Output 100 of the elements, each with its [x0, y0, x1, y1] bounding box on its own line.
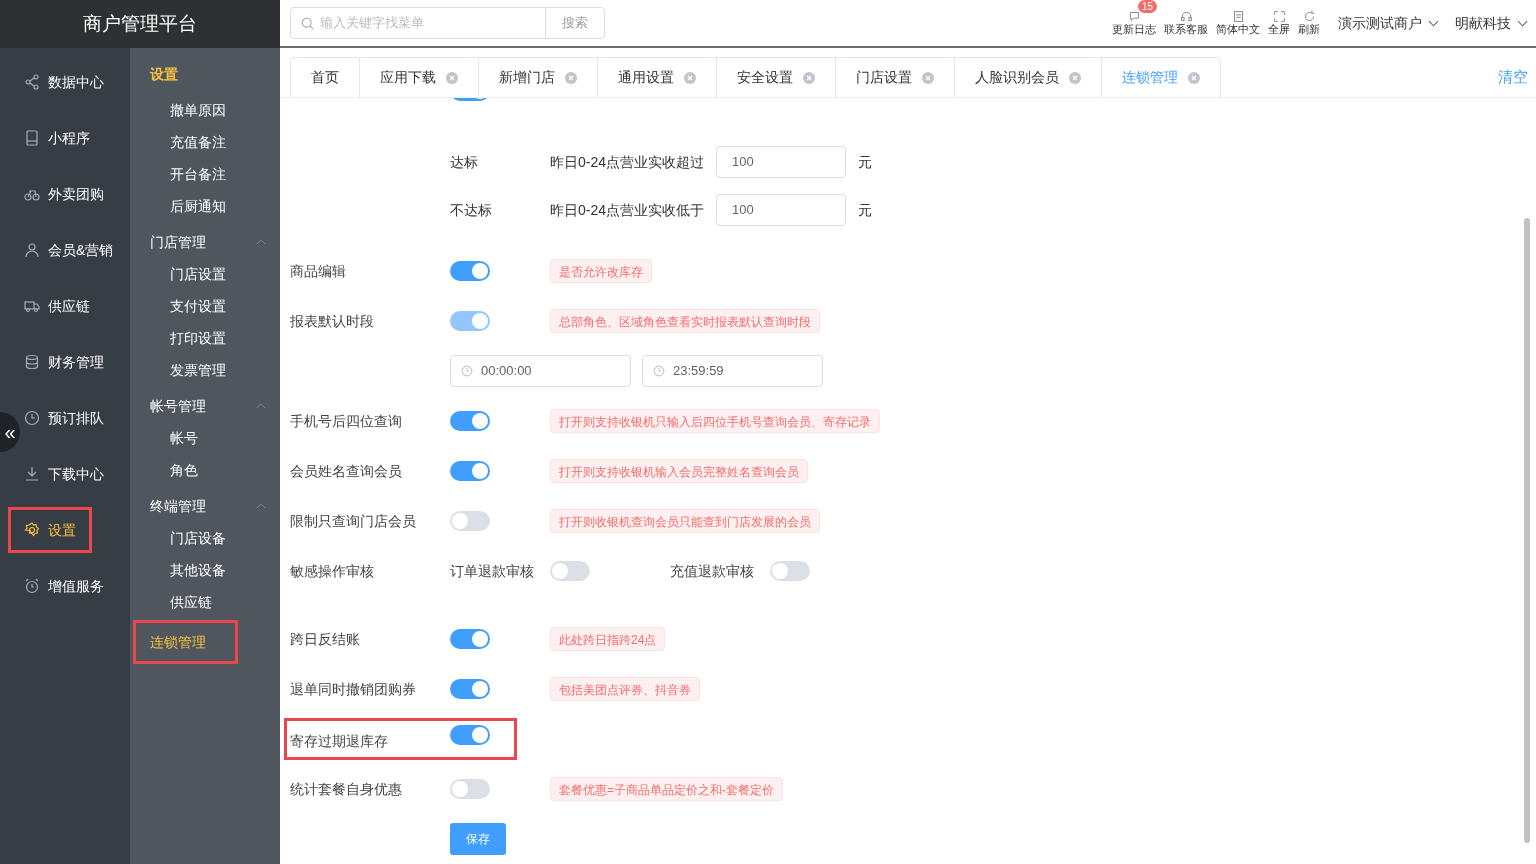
- setting-label: 跨日反结账: [290, 629, 361, 649]
- nav-item[interactable]: 财务管理: [20, 339, 111, 385]
- close-icon[interactable]: [1188, 71, 1200, 84]
- document-icon: [1231, 9, 1245, 23]
- toggle-switch[interactable]: [550, 561, 590, 581]
- submenu-group[interactable]: 门店管理: [150, 231, 206, 253]
- submenu-group[interactable]: 终端管理: [150, 495, 206, 517]
- setting-label: 敏感操作审核: [290, 561, 375, 581]
- clock-icon: [24, 410, 40, 426]
- toolbar-button[interactable]: 简体中文: [1216, 9, 1260, 37]
- setting-label: 报表默认时段: [290, 311, 375, 331]
- clock-icon: [653, 365, 665, 377]
- fullscreen-icon: [1272, 9, 1286, 23]
- chevron-up-icon[interactable]: [256, 239, 266, 245]
- toggle-switch[interactable]: [450, 411, 490, 431]
- hint-tag: 打开则支持收银机输入会员完整姓名查询会员: [550, 459, 808, 483]
- nav-item[interactable]: 设置: [8, 507, 92, 553]
- close-icon[interactable]: [922, 71, 934, 84]
- toggle-switch[interactable]: [450, 779, 490, 799]
- close-icon[interactable]: [565, 71, 577, 84]
- close-icon[interactable]: [446, 71, 458, 84]
- database-icon: [24, 354, 40, 370]
- switch-label: 订单退款审核: [450, 561, 535, 581]
- setting-label: 限制只查询门店会员: [290, 511, 417, 531]
- unit-label: 元: [858, 200, 872, 220]
- close-icon[interactable]: [684, 71, 696, 84]
- tab[interactable]: 应用下载: [359, 58, 478, 97]
- toggle-switch[interactable]: [450, 629, 490, 649]
- submenu-item[interactable]: 门店设置: [170, 258, 226, 290]
- tablet-icon: [24, 130, 40, 146]
- close-icon[interactable]: [1069, 71, 1081, 84]
- person-icon: [24, 242, 40, 258]
- toggle-switch[interactable]: [450, 725, 490, 745]
- nav-item[interactable]: 预订排队: [20, 395, 111, 441]
- submenu-item[interactable]: 充值备注: [170, 126, 226, 158]
- submenu-item[interactable]: 支付设置: [170, 290, 226, 322]
- toolbar-button[interactable]: 全屏: [1268, 9, 1290, 37]
- hint-tag: 包括美团点评券、抖音券: [550, 677, 700, 701]
- tab[interactable]: 通用设置: [597, 58, 716, 97]
- setting-label: 会员姓名查询会员: [290, 461, 403, 481]
- tab[interactable]: 安全设置: [716, 58, 835, 97]
- toolbar-button[interactable]: 联系客服: [1164, 9, 1208, 37]
- condition-label: 昨日0-24点营业实收超过: [550, 152, 706, 172]
- condition-label: 昨日0-24点营业实收低于: [550, 200, 706, 220]
- collapse-button[interactable]: «: [0, 412, 20, 452]
- toolbar-button[interactable]: 刷新: [1298, 9, 1320, 37]
- chevron-down-icon: [1428, 19, 1439, 27]
- setting-label: 统计套餐自身优惠: [290, 779, 403, 799]
- account-dropdown[interactable]: 演示测试商户: [1338, 12, 1439, 34]
- time-field[interactable]: 23:59:59: [642, 355, 823, 387]
- threshold-label: 达标: [450, 152, 479, 172]
- alarm-clock-icon: [24, 578, 40, 594]
- nav-item[interactable]: 数据中心: [20, 59, 111, 105]
- toggle-switch[interactable]: [450, 261, 490, 281]
- toggle-switch[interactable]: [450, 461, 490, 481]
- submenu-item[interactable]: 后厨通知: [170, 190, 226, 222]
- time-field[interactable]: 00:00:00: [450, 355, 631, 387]
- amount-field[interactable]: 100: [716, 146, 846, 178]
- chevron-up-icon[interactable]: [256, 503, 266, 509]
- submenu-item[interactable]: 角色: [170, 454, 198, 486]
- nav-item[interactable]: 下载中心: [20, 451, 111, 497]
- toggle-switch[interactable]: [770, 561, 810, 581]
- chat-icon: [1127, 9, 1141, 23]
- close-icon[interactable]: [803, 71, 815, 84]
- submenu-item[interactable]: 门店设备: [170, 522, 226, 554]
- submenu-item[interactable]: 帐号: [170, 422, 198, 454]
- download-icon: [24, 466, 40, 482]
- hint-tag: 是否允许改库存: [550, 259, 652, 283]
- submenu-item[interactable]: 打印设置: [170, 322, 226, 354]
- setting-label: 寄存过期退库存: [290, 732, 389, 751]
- submenu-title[interactable]: 设置: [150, 63, 178, 85]
- amount-field[interactable]: 100: [716, 194, 846, 226]
- submenu-item[interactable]: 其他设备: [170, 554, 226, 586]
- tab[interactable]: 首页: [291, 58, 359, 97]
- toggle-switch[interactable]: [450, 511, 490, 531]
- nav-item[interactable]: 小程序: [20, 115, 97, 161]
- notification-badge: 15: [1138, 0, 1158, 13]
- chevron-up-icon[interactable]: [256, 403, 266, 409]
- submenu-group[interactable]: 帐号管理: [150, 395, 206, 417]
- refresh-icon: [1302, 9, 1316, 23]
- truck-icon: [24, 298, 40, 314]
- tab[interactable]: 新增门店: [478, 58, 597, 97]
- nav-item[interactable]: 外卖团购: [20, 171, 111, 217]
- gear-icon: [24, 522, 40, 538]
- headset-icon: [1179, 9, 1193, 23]
- nav-item[interactable]: 增值服务: [20, 563, 111, 609]
- brand-title: 商户管理平台: [0, 0, 280, 48]
- chevron-down-icon: [1517, 19, 1528, 27]
- search-icon: [301, 16, 314, 30]
- toggle-switch[interactable]: [450, 679, 490, 699]
- tab[interactable]: 门店设置: [835, 58, 954, 97]
- submenu-item[interactable]: 发票管理: [170, 354, 226, 386]
- submenu-item[interactable]: 连锁管理: [133, 620, 238, 664]
- nav-item[interactable]: 供应链: [20, 283, 97, 329]
- clock-icon: [461, 365, 473, 377]
- submenu-item[interactable]: 供应链: [170, 586, 212, 618]
- account-dropdown[interactable]: 明献科技: [1455, 12, 1528, 34]
- submenu-item[interactable]: 开台备注: [170, 158, 226, 190]
- submenu-item[interactable]: 撤单原因: [170, 94, 226, 126]
- nav-item[interactable]: 会员&营销: [20, 227, 121, 273]
